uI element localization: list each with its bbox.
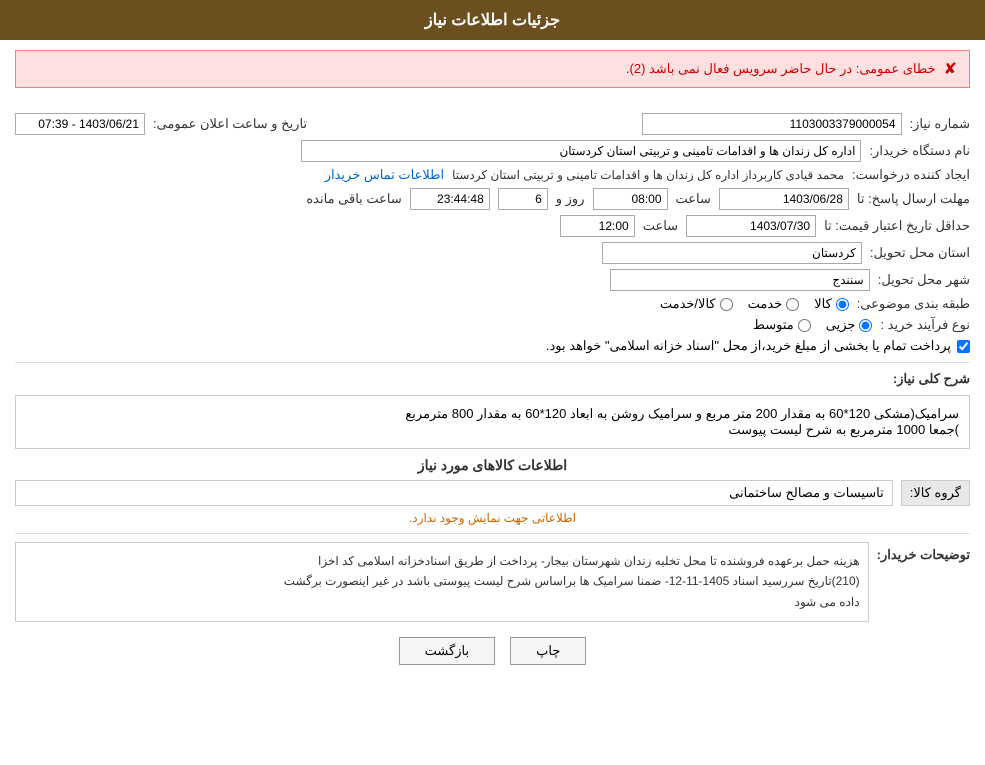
- no-info-text: اطلاعاتی جهت نمایش وجود ندارد.: [15, 511, 970, 525]
- label-mohlat-saat: ساعت: [676, 191, 711, 207]
- label-tabaqe: طبقه بندی موضوعی:: [857, 296, 970, 312]
- label-mohlat: مهلت ارسال پاسخ: تا: [857, 191, 970, 207]
- main-content: شماره نیاز: تاریخ و ساعت اعلان عمومی: نا…: [0, 98, 985, 690]
- label-hadaqal: حداقل تاریخ اعتبار قیمت: تا: [824, 218, 970, 234]
- sharhKoli-line1: سرامیک(مشکی 120*60 به مقدار 200 متر مربع…: [26, 406, 959, 422]
- input-countdown[interactable]: [410, 188, 490, 210]
- radio-kala-input[interactable]: [836, 298, 849, 311]
- label-hadaqal-saat: ساعت: [643, 218, 678, 234]
- radio-kala: کالا: [814, 296, 849, 312]
- noeFarayand-radio-group: جزیی متوسط: [753, 317, 873, 333]
- desc-line3: داده می شود: [24, 592, 860, 612]
- label-namdastgah: نام دستگاه خریدار:: [869, 143, 970, 159]
- label-tarikhIelan: تاریخ و ساعت اعلان عمومی:: [153, 116, 307, 132]
- radio-jozi: جزیی: [826, 317, 873, 333]
- link-tamas[interactable]: اطلاعات تماس خریدار: [325, 167, 444, 183]
- error-icon: ✘: [944, 59, 957, 79]
- row-noeFarayand: نوع فرآیند خرید : جزیی متوسط: [15, 317, 970, 333]
- radio-jozi-label: جزیی: [826, 317, 856, 333]
- input-mohlat-date[interactable]: [719, 188, 849, 210]
- row-tabaqe: طبقه بندی موضوعی: کالا خدمت کالا/خدمت: [15, 296, 970, 312]
- btn-print[interactable]: چاپ: [510, 637, 586, 665]
- desc-line2: (210)تاریخ سررسید اسناد 1405-11-12- ضمنا…: [24, 571, 860, 591]
- row-mohlat: مهلت ارسال پاسخ: تا ساعت روز و ساعت باقی…: [15, 188, 970, 210]
- radio-kala-label: کالا: [814, 296, 832, 312]
- row-namdastgah: نام دستگاه خریدار:: [15, 140, 970, 162]
- row-groupKala: گروه کالا: تاسیسات و مصالح ساختمانی: [15, 480, 970, 506]
- row-ostan: استان محل تحویل:: [15, 242, 970, 264]
- radio-khedmat-input[interactable]: [786, 298, 799, 311]
- label-roz: روز و: [556, 191, 585, 207]
- ijadkonande-text: محمد قیادی کاربرداز اداره کل زندان ها و …: [452, 168, 844, 182]
- radio-khedmat-label: خدمت: [748, 296, 783, 312]
- button-row: چاپ بازگشت: [15, 637, 970, 665]
- radio-kala-khedmat: کالا/خدمت: [660, 296, 733, 312]
- radio-jozi-input[interactable]: [859, 319, 872, 332]
- kalaInfo-title: اطلاعات کالاهای مورد نیاز: [15, 457, 970, 474]
- row-hadaqal: حداقل تاریخ اعتبار قیمت: تا ساعت: [15, 215, 970, 237]
- input-tarikhIelan[interactable]: [15, 113, 145, 135]
- row-sharhKoli-label: شرح کلی نیاز:: [15, 371, 970, 387]
- input-hadaqal-time[interactable]: [560, 215, 635, 237]
- checkbox-pardakht[interactable]: [957, 340, 970, 353]
- row-shomareNiaz: شماره نیاز: تاریخ و ساعت اعلان عمومی:: [15, 113, 970, 135]
- sharhKoli-line2: )جمعا 1000 مترمربع به شرح لیست پیوست: [26, 422, 959, 438]
- label-shomareNiaz: شماره نیاز:: [910, 116, 970, 132]
- radio-motavaset-label: متوسط: [753, 317, 794, 333]
- label-sharhKoli: شرح کلی نیاز:: [893, 371, 970, 387]
- radio-kala-khedmat-input[interactable]: [720, 298, 733, 311]
- label-ijadkonande: ایجاد کننده درخواست:: [852, 167, 970, 183]
- input-mohlat-roz[interactable]: [498, 188, 548, 210]
- value-groupKala: تاسیسات و مصالح ساختمانی: [15, 480, 893, 506]
- error-message: خطای عمومی: در حال حاضر سرویس فعال نمی ب…: [626, 61, 936, 77]
- input-hadaqal-date[interactable]: [686, 215, 816, 237]
- row-description: توضیحات خریدار: هزینه حمل برعهده فروشنده…: [15, 542, 970, 622]
- row-pardakht: پرداخت تمام یا بخشی از مبلغ خرید،از محل …: [15, 338, 970, 354]
- label-noeFarayand: نوع فرآیند خرید :: [880, 317, 970, 333]
- input-ostan[interactable]: [602, 242, 862, 264]
- input-mohlat-time[interactable]: [593, 188, 668, 210]
- radio-kala-khedmat-label: کالا/خدمت: [660, 296, 716, 312]
- error-bar: ✘ خطای عمومی: در حال حاضر سرویس فعال نمی…: [15, 50, 970, 88]
- radio-motavaset-input[interactable]: [798, 319, 811, 332]
- radio-motavaset: متوسط: [753, 317, 811, 333]
- row-ijadkonande: ایجاد کننده درخواست: محمد قیادی کاربرداز…: [15, 167, 970, 183]
- desc-line1: هزینه حمل برعهده فروشنده تا محل تخلیه زن…: [24, 551, 860, 571]
- radio-khedmat: خدمت: [748, 296, 800, 312]
- page-title: جزئیات اطلاعات نیاز: [425, 12, 560, 29]
- btn-back[interactable]: بازگشت: [399, 637, 495, 665]
- label-countdown-unit: ساعت باقی مانده: [306, 191, 401, 207]
- label-pardakht: پرداخت تمام یا بخشی از مبلغ خرید،از محل …: [546, 338, 951, 354]
- input-shahr[interactable]: [610, 269, 870, 291]
- label-groupKala: گروه کالا:: [901, 480, 970, 506]
- sharhKoli-box: سرامیک(مشکی 120*60 به مقدار 200 متر مربع…: [15, 395, 970, 449]
- row-shahr: شهر محل تحویل:: [15, 269, 970, 291]
- page-header: جزئیات اطلاعات نیاز: [0, 0, 985, 40]
- input-shomareNiaz[interactable]: [642, 113, 902, 135]
- label-shahr: شهر محل تحویل:: [878, 272, 970, 288]
- description-box: هزینه حمل برعهده فروشنده تا محل تخلیه زن…: [15, 542, 869, 622]
- tabaqe-radio-group: کالا خدمت کالا/خدمت: [660, 296, 849, 312]
- label-ostan: استان محل تحویل:: [870, 245, 970, 261]
- input-namdastgah[interactable]: [301, 140, 861, 162]
- label-description: توضیحات خریدار:: [877, 542, 970, 563]
